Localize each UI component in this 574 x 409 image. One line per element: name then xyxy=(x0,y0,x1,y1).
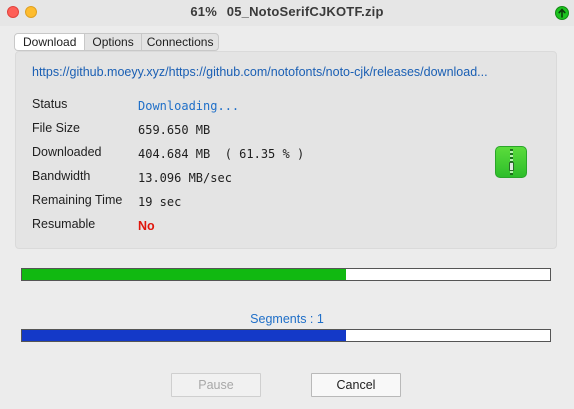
overall-progress-fill xyxy=(22,269,346,280)
status-label: Status xyxy=(32,97,68,111)
title-filename: 05_NotoSerifCJKOTF.zip xyxy=(226,4,384,19)
title-bar: 61% 05_NotoSerifCJKOTF.zip xyxy=(0,0,574,26)
zip-archive-icon xyxy=(495,146,527,178)
resumable-label: Resumable xyxy=(32,217,96,231)
tab-connections[interactable]: Connections xyxy=(142,34,219,50)
segment-progress-bar xyxy=(21,329,551,342)
pause-button[interactable]: Pause xyxy=(171,373,261,397)
remaining-time-label: Remaining Time xyxy=(32,193,123,207)
title-percent: 61% xyxy=(190,4,217,19)
tab-download[interactable]: Download xyxy=(15,34,86,50)
resumable-value: No xyxy=(138,219,155,233)
downloaded-label: Downloaded xyxy=(32,145,102,159)
bandwidth-label: Bandwidth xyxy=(32,169,91,183)
download-window: 61% 05_NotoSerifCJKOTF.zip Download Opti… xyxy=(0,0,574,409)
download-info-panel: https://github.moeyy.xyz/https://github.… xyxy=(15,51,557,249)
tab-bar: Download Options Connections xyxy=(14,33,220,51)
overall-progress-bar xyxy=(21,268,551,281)
cancel-button[interactable]: Cancel xyxy=(311,373,401,397)
window-title: 61% 05_NotoSerifCJKOTF.zip xyxy=(0,4,574,19)
segment-progress-fill xyxy=(22,330,346,341)
segments-label: Segments : 1 xyxy=(250,312,324,326)
file-size-label: File Size xyxy=(32,121,80,135)
tab-options[interactable]: Options xyxy=(85,34,142,50)
bandwidth-value: 13.096 MB/sec xyxy=(138,171,232,185)
download-url: https://github.moeyy.xyz/https://github.… xyxy=(32,65,488,79)
file-size-value: 659.650 MB xyxy=(138,123,211,137)
downloaded-value: 404.684 MB ( 61.35 % ) xyxy=(138,147,305,161)
status-value: Downloading... xyxy=(138,99,240,113)
download-arrow-icon xyxy=(555,6,569,20)
remaining-time-value: 19 sec xyxy=(138,195,182,209)
